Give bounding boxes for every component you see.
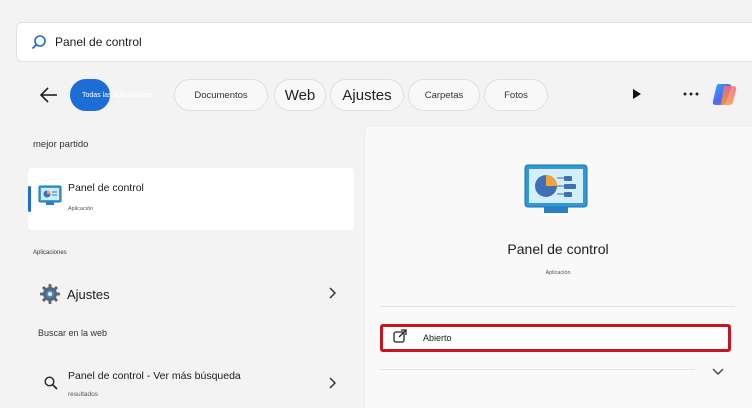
open-external-icon	[393, 328, 407, 348]
best-match-heading: mejor partido	[33, 139, 89, 150]
web-result-title: Panel de control - Ver más búsqueda	[68, 370, 241, 382]
filter-all-apps[interactable]: Todas las aplicaciones	[70, 79, 152, 111]
best-match-result[interactable]: Panel de control Aplicación	[28, 168, 354, 230]
divider	[380, 306, 735, 307]
chevron-right-icon	[328, 376, 337, 392]
back-button[interactable]	[36, 82, 62, 108]
filter-photos-label: Fotos	[504, 89, 528, 101]
more-filters-button[interactable]	[628, 86, 644, 102]
search-input[interactable]: Panel de control	[55, 35, 142, 49]
filter-folders[interactable]: Carpetas	[408, 79, 480, 111]
web-search-heading: Buscar en la web	[38, 328, 108, 338]
ellipsis-icon	[683, 92, 699, 96]
filter-documents[interactable]: Documentos	[174, 79, 268, 111]
copilot-button[interactable]	[712, 80, 740, 108]
apps-heading: Aplicaciones	[33, 250, 67, 256]
chevron-right-icon	[328, 286, 337, 302]
best-match-title: Panel de control	[68, 182, 144, 194]
filter-web-label: Web	[284, 86, 316, 104]
filter-settings[interactable]: Ajustes	[330, 79, 404, 111]
best-match-subtitle: Aplicación	[68, 206, 94, 212]
filter-all-apps-label: Todas las aplicaciones	[81, 91, 153, 99]
play-icon	[633, 89, 641, 99]
filter-folders-label: Carpetas	[424, 89, 464, 101]
control-panel-icon	[38, 185, 62, 207]
selection-indicator	[28, 186, 31, 212]
search-icon	[31, 33, 49, 51]
arrow-left-icon	[39, 87, 57, 103]
control-panel-large-icon	[524, 164, 588, 214]
preview-subtitle: Aplicación	[545, 270, 571, 276]
chevron-down-icon	[712, 368, 724, 375]
web-result[interactable]: Panel de control - Ver más búsqueda resu…	[28, 364, 354, 404]
divider	[380, 369, 695, 370]
filter-photos[interactable]: Fotos	[484, 79, 548, 111]
preview-title: Panel de control	[507, 241, 609, 257]
copilot-icon	[712, 84, 737, 105]
app-result-settings[interactable]: Ajustes	[28, 276, 354, 312]
open-button[interactable]: Abierto	[380, 324, 731, 352]
filter-web[interactable]: Web	[274, 79, 326, 111]
filter-documents-label: Documentos	[194, 89, 248, 101]
web-result-subtitle: resultados	[68, 391, 98, 398]
app-result-label: Ajustes	[67, 286, 110, 302]
search-bar[interactable]: Panel de control	[16, 22, 752, 62]
more-options-button[interactable]	[681, 86, 701, 102]
expand-button[interactable]	[711, 364, 725, 376]
gear-icon	[39, 283, 61, 310]
open-button-label: Abierto	[423, 333, 452, 343]
filter-settings-label: Ajustes	[342, 86, 392, 104]
search-icon	[44, 376, 58, 395]
